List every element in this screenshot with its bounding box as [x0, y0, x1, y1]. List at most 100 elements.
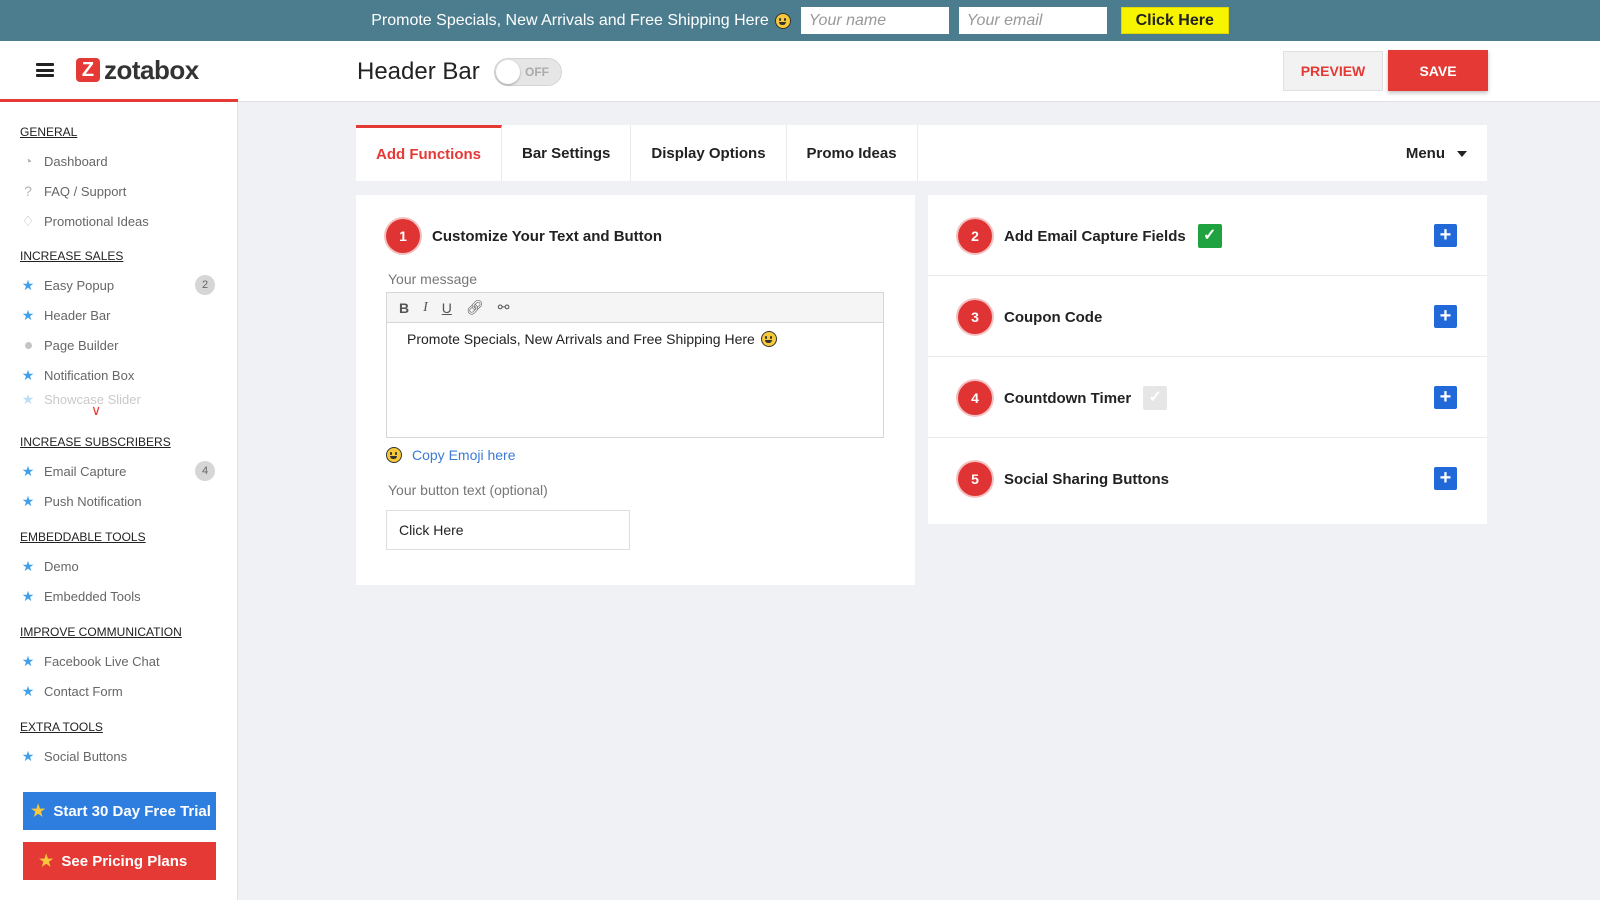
brand-area: Z zotabox: [0, 41, 238, 102]
sidebar-section-embeddable-tools: EMBEDDABLE TOOLS: [20, 530, 146, 544]
checkmark-icon[interactable]: ✓: [1197, 224, 1222, 248]
sidebar-item-email-capture[interactable]: ★ Email Capture 4: [20, 460, 215, 482]
sidebar-item-facebook-live-chat[interactable]: ★ Facebook Live Chat: [20, 650, 215, 672]
tab-add-functions[interactable]: Add Functions: [356, 125, 502, 181]
sidebar-item-embedded-tools[interactable]: ★ Embedded Tools: [20, 585, 215, 607]
expand-plus-icon[interactable]: +: [1434, 386, 1457, 409]
tab-promo-ideas[interactable]: Promo Ideas: [787, 125, 918, 181]
sidebar-item-notification-box[interactable]: ★ Notification Box: [20, 364, 215, 386]
star-icon: ★: [31, 803, 46, 820]
see-pricing-plans-button[interactable]: ★ See Pricing Plans: [23, 842, 216, 880]
function-row-countdown-timer[interactable]: 4 Countdown Timer ✓ +: [928, 357, 1487, 438]
function-heading: 2 Add Email Capture Fields ✓: [958, 219, 1222, 253]
tab-bar-settings[interactable]: Bar Settings: [502, 125, 632, 181]
copy-emoji-link[interactable]: Copy Emoji here: [386, 447, 516, 463]
expand-plus-icon[interactable]: +: [1434, 467, 1457, 490]
sidebar: GENERAL ◔ Dashboard ? FAQ / Support ♢ Pr…: [0, 102, 238, 900]
sidebar-item-dashboard[interactable]: ◔ Dashboard: [20, 150, 215, 172]
promo-email-input[interactable]: [958, 7, 1107, 34]
smiley-emoji-icon: [774, 12, 791, 29]
toggle-label: OFF: [525, 65, 549, 79]
bold-icon[interactable]: B: [399, 300, 409, 316]
sidebar-item-push-notification[interactable]: ★ Push Notification: [20, 490, 215, 512]
sidebar-section-increase-sales: INCREASE SALES: [20, 249, 124, 263]
star-icon: ★: [21, 462, 35, 479]
promo-click-button[interactable]: Click Here: [1120, 7, 1229, 34]
editor-toolbar: B I U 🔗︎ ⚯: [387, 293, 883, 323]
star-icon: ★: [21, 492, 35, 509]
zotabox-logo-icon: Z: [76, 58, 100, 82]
star-icon: ★: [39, 853, 54, 870]
hamburger-menu-icon[interactable]: [36, 63, 54, 77]
step-number-badge: 3: [958, 300, 992, 334]
star-icon: ★: [21, 276, 35, 293]
sidebar-item-contact-form[interactable]: ★ Contact Form: [20, 680, 215, 702]
message-editor[interactable]: B I U 🔗︎ ⚯ Promote Specials, New Arrival…: [386, 292, 884, 438]
dashboard-icon: ◔: [23, 153, 33, 169]
unlink-icon[interactable]: ⚯: [498, 299, 510, 316]
sidebar-item-promotional-ideas[interactable]: ♢ Promotional Ideas: [20, 210, 215, 232]
function-heading: 5 Social Sharing Buttons: [958, 462, 1169, 496]
menu-dropdown[interactable]: Menu: [1406, 145, 1467, 162]
step-number-badge: 4: [958, 381, 992, 415]
star-icon: ★: [21, 652, 35, 669]
expand-plus-icon[interactable]: +: [1434, 224, 1457, 247]
sidebar-item-social-buttons[interactable]: ★ Social Buttons: [20, 745, 215, 767]
star-icon: ★: [21, 557, 35, 574]
step-number-badge: 5: [958, 462, 992, 496]
tab-display-options[interactable]: Display Options: [631, 125, 787, 181]
functions-card: 2 Add Email Capture Fields ✓ + 3 Coupon …: [928, 195, 1487, 524]
editor-content[interactable]: Promote Specials, New Arrivals and Free …: [387, 323, 883, 355]
page-title: Header Bar: [357, 58, 480, 85]
expand-plus-icon[interactable]: +: [1434, 305, 1457, 328]
star-icon: ★: [21, 306, 35, 323]
function-heading: 4 Countdown Timer ✓: [958, 381, 1168, 415]
count-badge: 2: [195, 275, 215, 295]
sidebar-item-faq[interactable]: ? FAQ / Support: [20, 180, 215, 202]
save-button[interactable]: SAVE: [1388, 50, 1488, 91]
star-icon: ★: [21, 747, 35, 764]
function-heading: 3 Coupon Code: [958, 300, 1102, 334]
logo-text: zotabox: [104, 54, 199, 85]
underline-icon[interactable]: U: [442, 300, 452, 316]
function-row-email-capture[interactable]: 2 Add Email Capture Fields ✓ +: [928, 195, 1487, 276]
italic-icon[interactable]: I: [423, 300, 428, 316]
star-icon: ★: [21, 682, 35, 699]
smiley-emoji-icon: [760, 331, 777, 347]
caret-down-icon: [1457, 150, 1467, 157]
function-row-social-sharing[interactable]: 5 Social Sharing Buttons +: [928, 438, 1487, 519]
checkmark-icon[interactable]: ✓: [1143, 386, 1168, 410]
button-text-label: Your button text (optional): [388, 482, 548, 498]
link-icon[interactable]: 🔗︎: [466, 299, 484, 316]
header-bar-toggle[interactable]: OFF: [494, 58, 562, 86]
star-icon: ★: [21, 393, 35, 405]
sidebar-item-header-bar[interactable]: ★ Header Bar: [20, 304, 215, 326]
sidebar-item-showcase-slider[interactable]: ★ Showcase Slider: [20, 393, 215, 405]
customize-heading: 1 Customize Your Text and Button: [386, 219, 662, 253]
promo-message: Promote Specials, New Arrivals and Free …: [371, 12, 791, 30]
message-label: Your message: [388, 271, 477, 287]
promo-name-input[interactable]: [800, 7, 949, 34]
star-icon: ★: [21, 587, 35, 604]
sidebar-section-general: GENERAL: [20, 125, 78, 139]
sidebar-section-increase-subscribers: INCREASE SUBSCRIBERS: [20, 435, 171, 449]
button-text-input[interactable]: [386, 510, 630, 550]
preview-button[interactable]: PREVIEW: [1283, 51, 1383, 91]
sidebar-item-demo[interactable]: ★ Demo: [20, 555, 215, 577]
sidebar-item-page-builder[interactable]: Page Builder: [20, 334, 215, 356]
step-number-badge: 2: [958, 219, 992, 253]
promo-bar-preview: Promote Specials, New Arrivals and Free …: [0, 0, 1600, 41]
dot-icon: [20, 337, 36, 353]
start-free-trial-button[interactable]: ★ Start 30 Day Free Trial: [23, 792, 216, 830]
top-header: Z zotabox Header Bar OFF PREVIEW SAVE: [0, 41, 1600, 102]
step-number-badge: 1: [386, 219, 420, 253]
sidebar-section-extra-tools: EXTRA TOOLS: [20, 720, 103, 734]
settings-tabs: Add Functions Bar Settings Display Optio…: [356, 125, 1487, 181]
customize-card: 1 Customize Your Text and Button Your me…: [356, 195, 915, 585]
sidebar-item-easy-popup[interactable]: ★ Easy Popup 2: [20, 274, 215, 296]
sidebar-section-improve-communication: IMPROVE COMMUNICATION: [20, 625, 182, 639]
count-badge: 4: [195, 461, 215, 481]
chevron-down-icon[interactable]: ∨: [91, 402, 101, 419]
smiley-emoji-icon: [386, 447, 402, 463]
function-row-coupon-code[interactable]: 3 Coupon Code +: [928, 276, 1487, 357]
